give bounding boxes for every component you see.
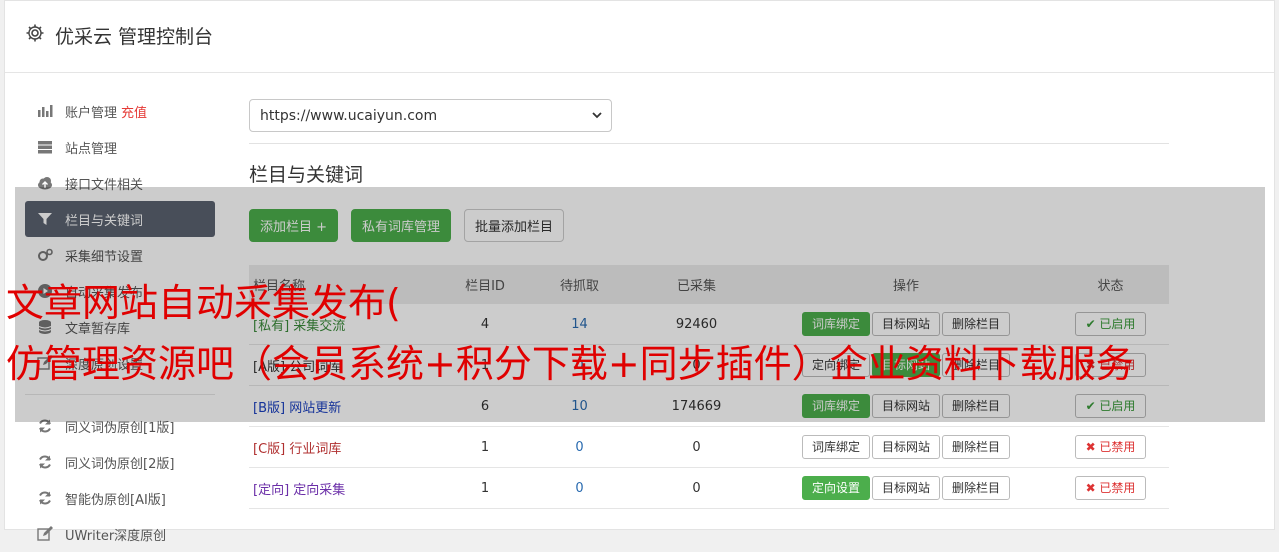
- pending-count-link[interactable]: 0: [526, 426, 633, 468]
- bar-chart-icon: [37, 103, 53, 119]
- delete-column-button[interactable]: 删除栏目: [942, 476, 1011, 500]
- column-name-link[interactable]: 定向采集: [293, 483, 345, 498]
- recharge-link[interactable]: 充值: [121, 102, 147, 121]
- sidebar-item-synonym-v2[interactable]: 同义词伪原创[2版]: [25, 444, 215, 480]
- table-row: [定向] 定向采集 1 0 0 定向设置 目标网站 删除栏目 ✖ 已禁用: [249, 467, 1169, 509]
- target-site-button[interactable]: 目标网站: [871, 435, 940, 459]
- edit-icon: [37, 526, 53, 542]
- watermark-line-1: 文章网站自动采集发布(: [6, 281, 401, 325]
- sidebar-item-label: 站点管理: [65, 141, 118, 157]
- sidebar-item-label: 账户管理: [65, 105, 118, 121]
- delete-column-button[interactable]: 删除栏目: [942, 435, 1011, 459]
- divider: [249, 143, 1169, 144]
- site-select-value: https://www.ucaiyun.com: [260, 107, 438, 124]
- actions-cell: 定向设置 目标网站 删除栏目: [760, 467, 1052, 509]
- status-toggle-button[interactable]: ✖ 已禁用: [1074, 476, 1147, 500]
- refresh-icon: [37, 454, 53, 470]
- column-name-cell: [C版] 行业词库: [249, 426, 444, 468]
- target-site-button[interactable]: 目标网站: [871, 476, 940, 500]
- refresh-icon: [37, 490, 53, 506]
- app-title: 优采云 管理控制台: [55, 26, 214, 48]
- watermark-line-2: 仿管理资源吧（会员系统+积分下载+同步插件）企业资料下载服务: [6, 342, 1134, 386]
- sidebar-item-account[interactable]: 账户管理 充值: [25, 93, 215, 129]
- table-row: [C版] 行业词库 1 0 0 词库绑定 目标网站 删除栏目 ✖ 已禁用: [249, 426, 1169, 468]
- column-tag: [定向]: [253, 482, 290, 498]
- column-id-cell: 1: [444, 467, 526, 509]
- collected-count-cell: 0: [633, 426, 760, 468]
- column-tag: [C版]: [253, 441, 286, 457]
- bind-library-button[interactable]: 词库绑定: [801, 435, 870, 459]
- pending-count-link[interactable]: 0: [526, 467, 633, 509]
- sidebar-item-uwriter[interactable]: UWriter深度原创: [25, 516, 215, 552]
- status-cell: ✖ 已禁用: [1052, 426, 1169, 468]
- site-select[interactable]: https://www.ucaiyun.com: [249, 99, 612, 132]
- bind-library-button[interactable]: 定向设置: [801, 476, 870, 500]
- sidebar-item-label: 智能伪原创[AI版]: [65, 492, 166, 508]
- column-name-link[interactable]: 行业词库: [289, 442, 341, 457]
- column-id-cell: 1: [444, 426, 526, 468]
- chevron-down-icon: [591, 109, 603, 125]
- collected-count-cell: 0: [633, 467, 760, 509]
- server-icon: [37, 139, 53, 155]
- app-header: 优采云 管理控制台: [5, 1, 1274, 73]
- sidebar-item-label: UWriter深度原创: [65, 528, 167, 544]
- status-cell: ✖ 已禁用: [1052, 467, 1169, 509]
- status-toggle-button[interactable]: ✖ 已禁用: [1074, 435, 1147, 459]
- main-content: https://www.ucaiyun.com 栏目与关键词 添加栏目 + 私有…: [249, 99, 1169, 509]
- gear-icon: [25, 23, 45, 43]
- actions-cell: 词库绑定 目标网站 删除栏目: [760, 426, 1052, 468]
- sidebar-item-sites[interactable]: 站点管理: [25, 129, 215, 165]
- section-title: 栏目与关键词: [249, 164, 364, 186]
- sidebar-item-ai-rewrite[interactable]: 智能伪原创[AI版]: [25, 480, 215, 516]
- column-name-cell: [定向] 定向采集: [249, 467, 444, 509]
- sidebar-item-label: 同义词伪原创[2版]: [65, 456, 175, 472]
